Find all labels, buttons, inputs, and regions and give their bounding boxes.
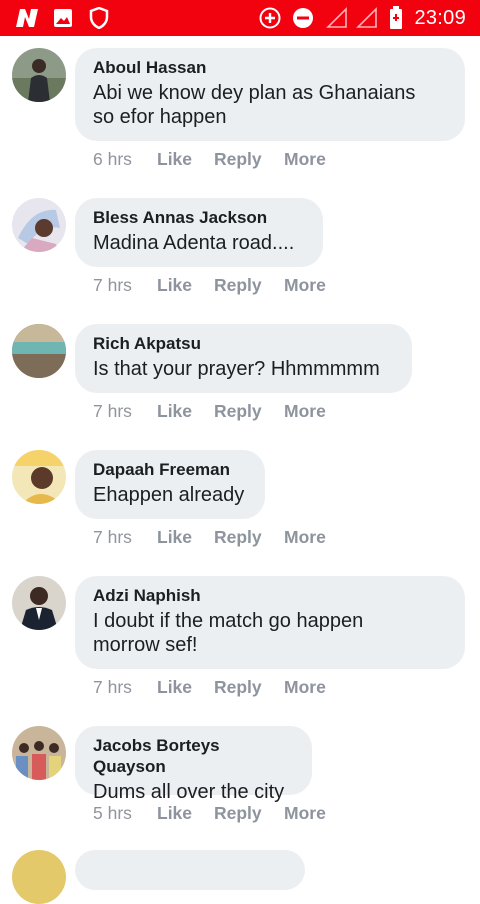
like-button[interactable]: Like <box>157 401 192 421</box>
like-button[interactable]: Like <box>157 677 192 697</box>
comment-text: Ehappen already <box>93 484 245 506</box>
comment-author[interactable]: Adzi Naphish <box>93 585 447 606</box>
comment-bubble[interactable]: Adzi Naphish I doubt if the match go hap… <box>75 576 465 669</box>
more-button[interactable]: More <box>284 677 326 697</box>
comment-text: Abi we know dey plan as Ghanaians so efo… <box>93 82 416 128</box>
comment-timestamp: 7 hrs <box>93 677 132 697</box>
reply-button[interactable]: Reply <box>214 149 262 169</box>
shield-icon <box>88 0 110 36</box>
like-button[interactable]: Like <box>157 527 192 547</box>
reply-button[interactable]: Reply <box>214 803 262 823</box>
avatar[interactable] <box>12 198 66 252</box>
do-not-disturb-icon <box>291 0 315 36</box>
avatar[interactable] <box>12 450 66 504</box>
comment-timestamp: 6 hrs <box>93 149 132 169</box>
comment-bubble[interactable] <box>75 850 305 890</box>
clock-time: 23:09 <box>414 7 466 29</box>
comment-text: I doubt if the match go happen morrow se… <box>93 610 364 656</box>
comment-bubble[interactable]: Jacobs Borteys Quayson Dums all over the… <box>75 726 312 803</box>
comment-text: Dums all over the city <box>93 781 285 803</box>
avatar[interactable] <box>12 850 66 904</box>
image-icon <box>52 0 74 36</box>
avatar[interactable] <box>12 576 66 630</box>
no-signal-icon <box>325 0 349 36</box>
comment-author[interactable]: Jacobs Borteys Quayson <box>93 735 294 777</box>
comment-bubble[interactable]: Dapaah Freeman Ehappen already <box>75 450 265 519</box>
comment-timestamp: 7 hrs <box>93 527 132 547</box>
add-circle-icon <box>258 0 282 36</box>
comment-timestamp: 5 hrs <box>93 803 132 823</box>
more-button[interactable]: More <box>284 275 326 295</box>
reply-button[interactable]: Reply <box>214 677 262 697</box>
status-bar: 23:09 <box>0 0 480 36</box>
comment-bubble[interactable]: Rich Akpatsu Is that your prayer? Hhmmmm… <box>75 324 412 393</box>
battery-icon <box>388 0 404 36</box>
more-button[interactable]: More <box>284 803 326 823</box>
like-button[interactable]: Like <box>157 275 192 295</box>
comment-bubble[interactable]: Aboul Hassan Abi we know dey plan as Gha… <box>75 48 465 141</box>
more-button[interactable]: More <box>284 527 326 547</box>
comment-text: Madina Adenta road.... <box>93 232 295 254</box>
comment-timestamp: 7 hrs <box>93 275 132 295</box>
comment-text: Is that your prayer? Hhmmmmm <box>93 358 380 380</box>
avatar[interactable] <box>12 726 66 780</box>
comment-author[interactable]: Rich Akpatsu <box>93 333 394 354</box>
avatar[interactable] <box>12 324 66 378</box>
comment-author[interactable]: Dapaah Freeman <box>93 459 247 480</box>
comment-timestamp: 7 hrs <box>93 401 132 421</box>
reply-button[interactable]: Reply <box>214 401 262 421</box>
like-button[interactable]: Like <box>157 803 192 823</box>
n-app-icon <box>12 0 42 36</box>
no-signal-icon <box>355 0 379 36</box>
like-button[interactable]: Like <box>157 149 192 169</box>
reply-button[interactable]: Reply <box>214 527 262 547</box>
reply-button[interactable]: Reply <box>214 275 262 295</box>
comment-bubble[interactable]: Bless Annas Jackson Madina Adenta road..… <box>75 198 323 267</box>
more-button[interactable]: More <box>284 401 326 421</box>
more-button[interactable]: More <box>284 149 326 169</box>
comment-author[interactable]: Aboul Hassan <box>93 57 447 78</box>
avatar[interactable] <box>12 48 66 102</box>
comment-author[interactable]: Bless Annas Jackson <box>93 207 305 228</box>
